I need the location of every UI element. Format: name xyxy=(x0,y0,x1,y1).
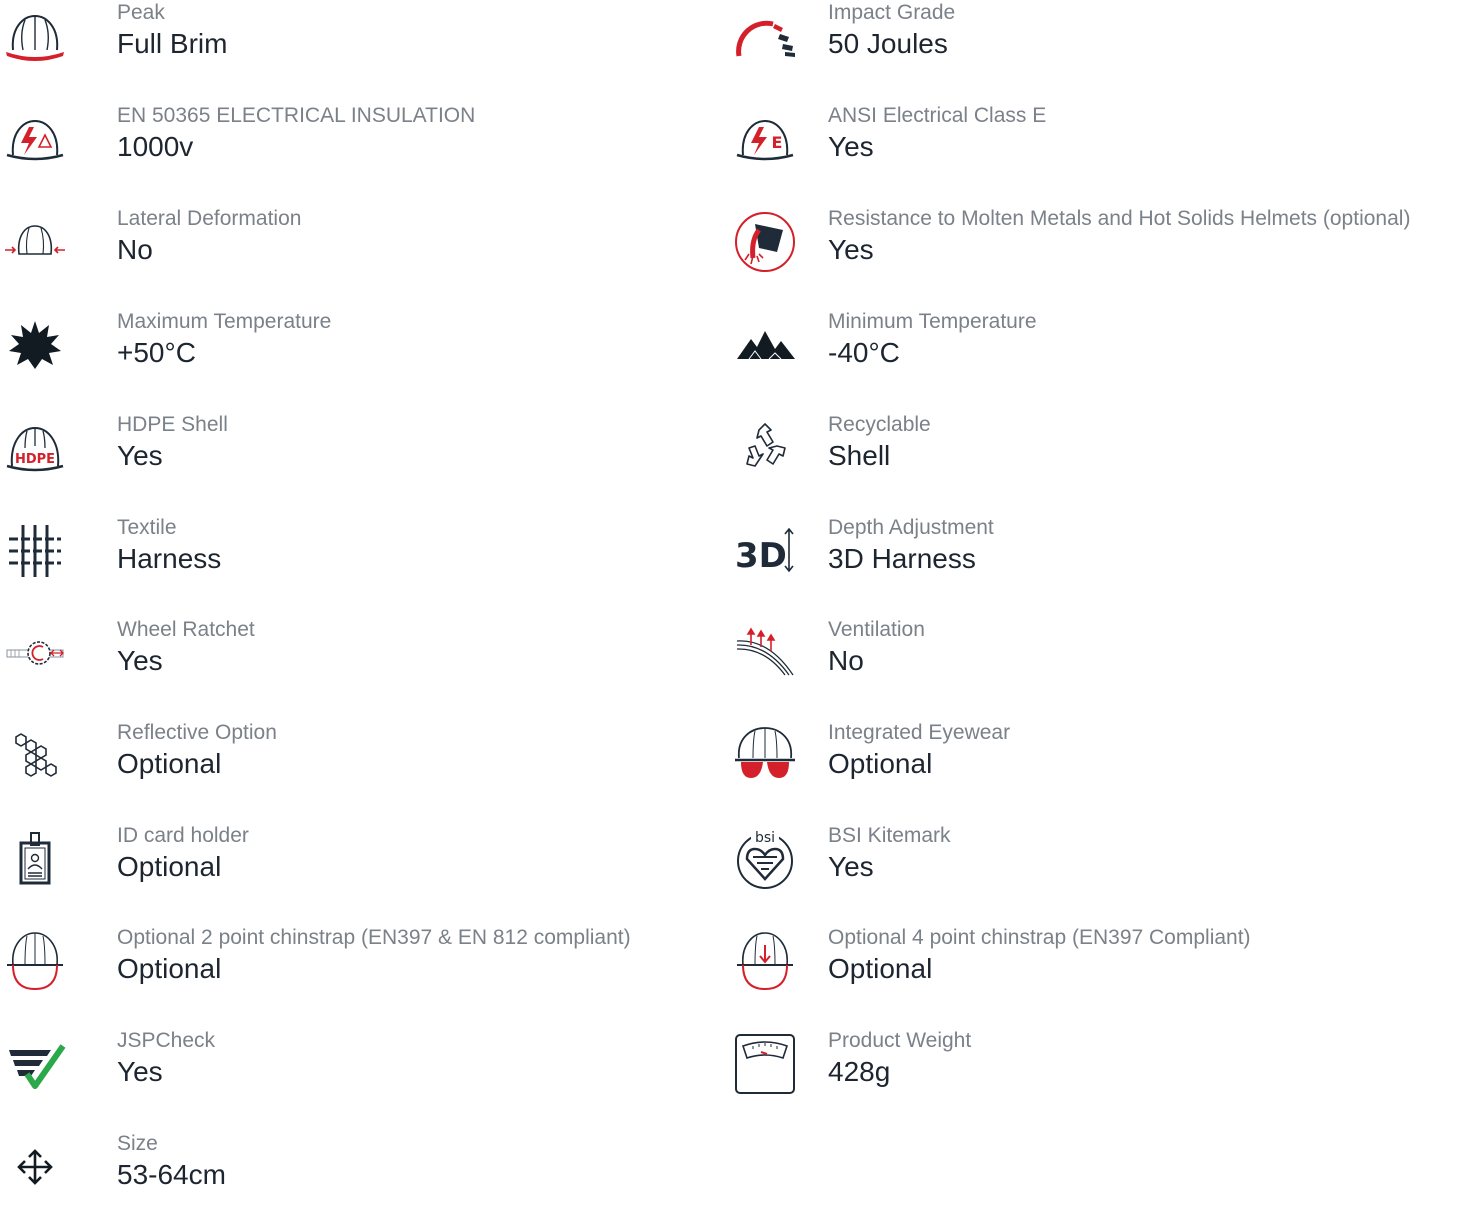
spec-item-depth-adjustment: 3D Depth Adjustment 3D Harness xyxy=(710,515,1467,605)
spec-label: Depth Adjustment xyxy=(828,516,994,539)
spec-label: Resistance to Molten Metals and Hot Soli… xyxy=(828,207,1411,230)
spec-label: JSPCheck xyxy=(117,1029,216,1052)
lateral-deformation-icon xyxy=(0,210,70,274)
spec-value: Full Brim xyxy=(117,28,228,59)
spec-value: +50°C xyxy=(117,337,196,368)
spec-label: Optional 4 point chinstrap (EN397 Compli… xyxy=(828,926,1251,949)
ansi-class-e-icon: E xyxy=(730,107,800,171)
spec-value: Yes xyxy=(828,234,874,265)
spec-value: Optional xyxy=(828,953,933,984)
spec-value: 428g xyxy=(828,1056,891,1087)
spec-item-electrical-insulation: EN 50365 ELECTRICAL INSULATION 1000v xyxy=(0,103,700,193)
id-card-icon xyxy=(0,827,70,891)
spec-value: Optional xyxy=(828,748,933,779)
spec-item-maximum-temperature: Maximum Temperature +50°C xyxy=(0,309,700,399)
spec-item-ansi-electrical-class-e: E ANSI Electrical Class E Yes xyxy=(710,103,1467,193)
spec-value: Yes xyxy=(828,851,874,882)
chinstrap-4pt-icon xyxy=(730,929,800,993)
spec-item-chinstrap-2pt: Optional 2 point chinstrap (EN397 & EN 8… xyxy=(0,925,700,1015)
spec-label: Optional 2 point chinstrap (EN397 & EN 8… xyxy=(117,926,631,949)
spec-value: Yes xyxy=(117,1056,163,1087)
svg-text:HDPE: HDPE xyxy=(15,452,55,467)
spec-label: Product Weight xyxy=(828,1029,972,1052)
electrical-insulation-icon xyxy=(0,107,70,171)
spec-label: Ventilation xyxy=(828,618,925,641)
spec-label: Reflective Option xyxy=(117,721,277,744)
bsi-kitemark-icon: bsi xyxy=(730,827,800,891)
spec-value: Shell xyxy=(828,440,891,471)
spec-item-impact-grade: Impact Grade 50 Joules xyxy=(710,0,1467,90)
spec-label: ANSI Electrical Class E xyxy=(828,104,1047,127)
spec-item-molten-metals: Resistance to Molten Metals and Hot Soli… xyxy=(710,206,1467,296)
sun-icon xyxy=(0,313,70,377)
spec-label: Integrated Eyewear xyxy=(828,721,1011,744)
spec-value: Optional xyxy=(117,748,222,779)
scale-icon xyxy=(730,1032,800,1096)
ventilation-icon xyxy=(730,621,800,685)
spec-label: Peak xyxy=(117,1,165,24)
spec-item-size: Size 53-64cm xyxy=(0,1131,700,1221)
spec-label: Recyclable xyxy=(828,413,931,436)
spec-label: Minimum Temperature xyxy=(828,310,1037,333)
spec-label: Textile xyxy=(117,516,177,539)
spec-item-ventilation: Ventilation No xyxy=(710,617,1467,707)
helmet-peak-icon xyxy=(0,4,70,68)
textile-icon xyxy=(0,519,70,583)
spec-value: Optional xyxy=(117,851,222,882)
impact-gauge-icon xyxy=(730,4,800,68)
spec-item-wheel-ratchet: Wheel Ratchet Yes xyxy=(0,617,700,707)
recycle-icon xyxy=(730,416,800,480)
spec-item-bsi-kitemark: bsi BSI Kitemark Yes xyxy=(710,823,1467,913)
spec-item-reflective-option: Reflective Option Optional xyxy=(0,720,700,810)
size-arrows-icon xyxy=(0,1135,70,1199)
spec-item-hdpe-shell: HDPE HDPE Shell Yes xyxy=(0,412,700,502)
eyewear-icon xyxy=(730,724,800,788)
spec-label: EN 50365 ELECTRICAL INSULATION xyxy=(117,104,476,127)
spec-value: Yes xyxy=(117,645,163,676)
spec-item-jspcheck: JSPCheck Yes xyxy=(0,1028,700,1118)
spec-value: 1000v xyxy=(117,131,194,162)
spec-label: ID card holder xyxy=(117,824,249,847)
molten-metal-icon xyxy=(730,210,800,274)
spec-value: No xyxy=(828,645,864,676)
spec-label: BSI Kitemark xyxy=(828,824,951,847)
spec-item-lateral-deformation: Lateral Deformation No xyxy=(0,206,700,296)
spec-value: 50 Joules xyxy=(828,28,948,59)
spec-item-id-card-holder: ID card holder Optional xyxy=(0,823,700,913)
wheel-ratchet-icon xyxy=(0,621,70,685)
spec-label: Impact Grade xyxy=(828,1,956,24)
spec-label: Wheel Ratchet xyxy=(117,618,255,641)
depth-3d-icon: 3D xyxy=(730,519,800,583)
spec-value: Optional xyxy=(117,953,222,984)
spec-item-chinstrap-4pt: Optional 4 point chinstrap (EN397 Compli… xyxy=(710,925,1467,1015)
spec-value: 3D Harness xyxy=(828,543,976,574)
spec-item-peak: Peak Full Brim xyxy=(0,0,700,90)
svg-text:E: E xyxy=(772,133,783,152)
spec-item-minimum-temperature: Minimum Temperature -40°C xyxy=(710,309,1467,399)
hdpe-shell-icon: HDPE xyxy=(0,416,70,480)
chinstrap-2pt-icon xyxy=(0,929,70,993)
mountain-icon xyxy=(730,313,800,377)
spec-label: Size xyxy=(117,1132,158,1155)
spec-value: Yes xyxy=(117,440,163,471)
svg-text:3D: 3D xyxy=(735,536,787,576)
spec-value: No xyxy=(117,234,153,265)
spec-item-recyclable: Recyclable Shell xyxy=(710,412,1467,502)
spec-value: Yes xyxy=(828,131,874,162)
spec-label: Maximum Temperature xyxy=(117,310,332,333)
spec-value: Harness xyxy=(117,543,222,574)
svg-text:bsi: bsi xyxy=(755,830,775,846)
spec-value: -40°C xyxy=(828,337,900,368)
spec-label: Lateral Deformation xyxy=(117,207,302,230)
spec-item-product-weight: Product Weight 428g xyxy=(710,1028,1467,1118)
reflective-icon xyxy=(0,724,70,788)
jspcheck-icon xyxy=(0,1032,70,1096)
spec-label: HDPE Shell xyxy=(117,413,228,436)
spec-item-integrated-eyewear: Integrated Eyewear Optional xyxy=(710,720,1467,810)
spec-item-textile: Textile Harness xyxy=(0,515,700,605)
